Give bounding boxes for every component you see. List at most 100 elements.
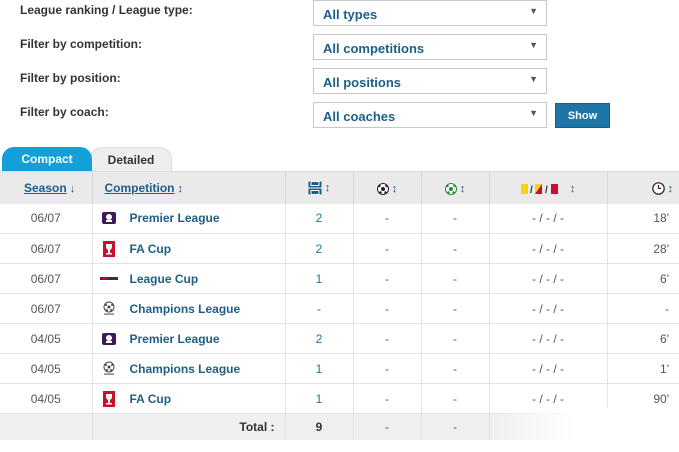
filter-row-league-type: League ranking / League type: All types … — [0, 0, 679, 30]
competition-header[interactable]: Competition ↕ — [92, 171, 286, 204]
table-row: 06/07 League Cup 1- - - / - / -6' — [0, 263, 679, 294]
assists-cell: - — [421, 203, 490, 234]
position-value: All positions — [323, 75, 401, 90]
sort-desc-icon[interactable]: ↓ — [70, 183, 76, 195]
table-row: 04/05 Champions League 1- - - / - / -1' — [0, 353, 679, 384]
show-button[interactable]: Show — [555, 103, 610, 128]
competition-cell[interactable]: Champions League — [92, 293, 286, 324]
goals-cell: - — [353, 233, 422, 264]
assists-header[interactable]: ↕ — [421, 171, 490, 204]
chevron-down-icon: ▼ — [529, 40, 538, 50]
tab-compact[interactable]: Compact — [2, 147, 92, 171]
season-cell: 06/07 — [0, 293, 93, 324]
cards-header[interactable]: / / ↕ — [489, 171, 608, 204]
goals-cell: - — [353, 203, 422, 234]
table-row: 04/05 Premier League 2- - - / - / -6' — [0, 323, 679, 354]
filter-row-position: Filter by position: All positions ▼ — [0, 68, 679, 98]
total-label: Total : — [92, 413, 286, 440]
season-cell: 04/05 — [0, 383, 93, 414]
chevron-down-icon: ▼ — [529, 108, 538, 118]
league-type-select[interactable]: All types ▼ — [313, 0, 547, 26]
stats-table: Season ↓ Competition ↕ ↕ ↕ ↕ / / ↕ ↕ 06/07 Pr… — [0, 171, 679, 440]
competition-cell[interactable]: League Cup — [92, 263, 286, 294]
competition-cell[interactable]: FA Cup — [92, 233, 286, 264]
appearances-cell[interactable]: 1 — [285, 383, 354, 414]
minutes-cell: 6' — [607, 323, 679, 354]
fa-cup-logo — [100, 240, 118, 257]
season-cell: 06/07 — [0, 203, 93, 234]
minutes-cell: 18' — [607, 203, 679, 234]
goals-header[interactable]: ↕ — [353, 171, 422, 204]
appearances-cell[interactable]: 2 — [285, 233, 354, 264]
premier-league-logo — [100, 210, 118, 226]
assists-cell: - — [421, 293, 490, 324]
sort-icon[interactable]: ↕ — [392, 183, 398, 195]
minutes-cell: - — [607, 293, 679, 324]
appearances-cell[interactable]: 1 — [285, 263, 354, 294]
cards-icon: / / — [520, 183, 558, 196]
competition-cell[interactable]: Premier League — [92, 203, 286, 234]
cards-cell: - / - / - — [489, 323, 608, 354]
appearances-cell[interactable]: 1 — [285, 353, 354, 384]
total-appearances: 9 — [285, 413, 354, 440]
table-row: 06/07 Premier League 2- - - / - / -18' — [0, 203, 679, 234]
cards-cell: - / - / - — [489, 353, 608, 384]
cards-cell: - / - / - — [489, 233, 608, 264]
sort-icon[interactable]: ↕ — [178, 183, 184, 195]
sort-icon[interactable]: ↕ — [668, 183, 674, 195]
competition-header-label[interactable]: Competition — [105, 181, 175, 195]
competition-name[interactable]: Premier League — [130, 332, 220, 346]
assists-cell: - — [421, 323, 490, 354]
goals-cell: - — [353, 293, 422, 324]
minutes-header[interactable]: ↕ — [607, 171, 679, 204]
goals-cell: - — [353, 383, 422, 414]
competition-filter-label: Filter by competition: — [20, 37, 143, 51]
cards-cell: - / - / - — [489, 263, 608, 294]
assist-football-icon — [444, 182, 457, 195]
competition-cell[interactable]: Premier League — [92, 323, 286, 354]
assists-cell: - — [421, 353, 490, 384]
total-assists: - — [421, 413, 490, 440]
competition-name[interactable]: FA Cup — [130, 242, 172, 256]
chevron-down-icon: ▼ — [529, 74, 538, 84]
fa-cup-logo — [100, 390, 118, 407]
season-header[interactable]: Season ↓ — [0, 171, 93, 204]
champions-league-logo — [100, 361, 118, 377]
season-cell: 06/07 — [0, 263, 93, 294]
premier-league-logo — [100, 331, 118, 347]
coach-select[interactable]: All coaches ▼ — [313, 102, 547, 128]
competition-cell[interactable]: FA Cup — [92, 383, 286, 414]
competition-name[interactable]: FA Cup — [130, 392, 172, 406]
clock-icon — [651, 182, 665, 195]
appearances-cell[interactable]: 2 — [285, 323, 354, 354]
competition-name[interactable]: Premier League — [130, 211, 220, 225]
competition-select[interactable]: All competitions ▼ — [313, 34, 547, 60]
appearances-header[interactable]: ↕ — [285, 171, 354, 204]
competition-cell[interactable]: Champions League — [92, 353, 286, 384]
appearances-cell[interactable]: 2 — [285, 203, 354, 234]
view-tabs: Detailed Compact — [0, 147, 679, 171]
champions-league-logo — [100, 301, 118, 317]
competition-name[interactable]: Champions League — [130, 362, 241, 376]
sort-icon[interactable]: ↕ — [325, 182, 331, 194]
sort-icon[interactable]: ↕ — [460, 183, 466, 195]
coach-filter-label: Filter by coach: — [20, 105, 109, 119]
competition-name[interactable]: League Cup — [130, 272, 199, 286]
tab-detailed[interactable]: Detailed — [90, 147, 172, 171]
league-type-value: All types — [323, 7, 378, 22]
league-cup-logo — [99, 271, 118, 287]
minutes-cell: 28' — [607, 233, 679, 264]
filter-row-competition: Filter by competition: All competitions … — [0, 34, 679, 64]
appearances-cell: - — [285, 293, 354, 324]
total-goals: - — [353, 413, 422, 440]
season-header-label[interactable]: Season — [24, 181, 67, 195]
goals-cell: - — [353, 263, 422, 294]
sort-icon[interactable]: ↕ — [570, 183, 576, 195]
competition-name[interactable]: Champions League — [130, 302, 241, 316]
table-row: 06/07 Champions League - - - - / - / -- — [0, 293, 679, 324]
table-row: 06/07 FA Cup 2- - - / - / -28' — [0, 233, 679, 264]
fade-overlay — [490, 408, 679, 452]
position-select[interactable]: All positions ▼ — [313, 68, 547, 94]
assists-cell: - — [421, 383, 490, 414]
table-header: Season ↓ Competition ↕ ↕ ↕ ↕ / / ↕ ↕ — [0, 171, 679, 204]
